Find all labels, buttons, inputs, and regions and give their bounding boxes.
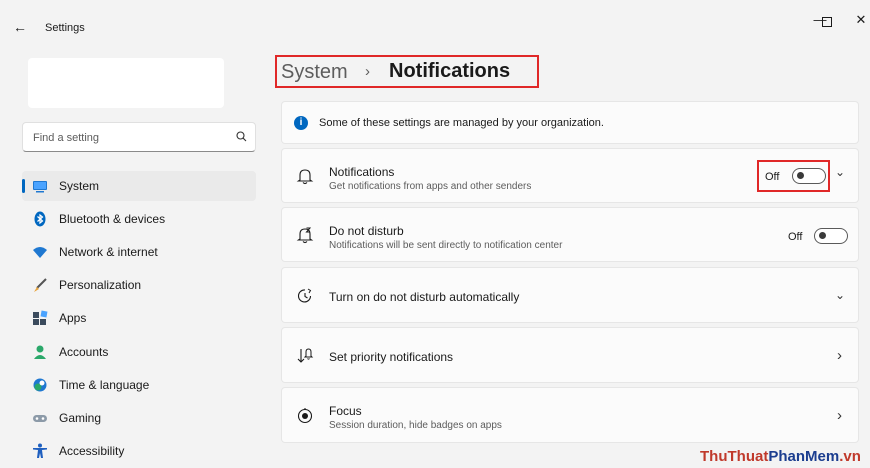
watermark-part: ThuThuat: [700, 448, 769, 465]
accessibility-icon: [33, 443, 47, 458]
search-input[interactable]: Find a setting: [22, 122, 256, 152]
priority-notifications-setting[interactable]: Set priority notifications ›: [281, 327, 859, 383]
priority-icon: [297, 348, 314, 363]
account-profile-card[interactable]: [28, 58, 224, 108]
setting-title: Turn on do not disturb automatically: [329, 290, 520, 304]
toggle-state-label: Off: [788, 231, 803, 243]
sidebar-item-label: Gaming: [59, 411, 102, 425]
search-placeholder: Find a setting: [33, 132, 100, 144]
setting-description: Get notifications from apps and other se…: [329, 181, 532, 192]
info-icon: i: [294, 116, 308, 130]
sidebar-item-system[interactable]: System: [22, 171, 256, 201]
bell-snooze-icon: [296, 227, 314, 244]
chevron-down-icon[interactable]: ⌄: [835, 288, 845, 302]
maximize-button[interactable]: [822, 17, 832, 27]
sidebar-item-time-language[interactable]: Time & language: [22, 370, 256, 400]
accounts-icon: [34, 345, 46, 359]
title-bar: ← Settings — ✕: [0, 0, 870, 44]
setting-title: Notifications: [329, 165, 395, 179]
sidebar-item-bluetooth[interactable]: Bluetooth & devices: [22, 204, 256, 234]
app-title: Settings: [45, 22, 85, 34]
sidebar-item-label: Personalization: [59, 278, 142, 292]
sidebar-item-label: Accounts: [59, 345, 109, 359]
bluetooth-icon: [34, 211, 46, 227]
sidebar-item-accounts[interactable]: Accounts: [22, 337, 256, 367]
sidebar-item-label: System: [59, 179, 100, 193]
chevron-down-icon[interactable]: ⌄: [835, 165, 845, 179]
setting-title: Do not disturb: [329, 224, 404, 238]
brush-icon: [34, 278, 47, 292]
selection-indicator: [22, 179, 25, 193]
do-not-disturb-setting[interactable]: Do not disturb Notifications will be sen…: [281, 207, 859, 262]
org-managed-banner: i Some of these settings are managed by …: [281, 101, 859, 144]
sidebar-item-label: Apps: [59, 311, 87, 325]
setting-title: Focus: [329, 404, 362, 418]
sidebar-item-apps[interactable]: Apps: [22, 303, 256, 333]
do-not-disturb-toggle[interactable]: [814, 228, 848, 244]
gamepad-icon: [33, 415, 47, 422]
focus-setting[interactable]: Focus Session duration, hide badges on a…: [281, 387, 859, 443]
globe-clock-icon: [33, 378, 47, 392]
watermark: ThuThuatPhanMem.vn: [700, 448, 861, 465]
sidebar-item-label: Bluetooth & devices: [59, 212, 166, 226]
setting-description: Notifications will be sent directly to n…: [329, 240, 563, 251]
setting-title: Set priority notifications: [329, 350, 454, 364]
back-button[interactable]: ←: [10, 17, 30, 37]
clock-icon: [297, 288, 312, 303]
sidebar-item-label: Time & language: [59, 378, 150, 392]
chevron-right-icon[interactable]: ›: [837, 347, 842, 364]
banner-text: Some of these settings are managed by yo…: [319, 117, 604, 129]
page-title: Notifications: [389, 60, 511, 82]
bell-icon: [296, 169, 314, 185]
focus-icon: [297, 408, 313, 424]
watermark-part: .vn: [839, 448, 861, 465]
search-icon[interactable]: [235, 130, 249, 144]
dnd-automatic-setting[interactable]: Turn on do not disturb automatically ⌄: [281, 267, 859, 323]
sidebar-item-gaming[interactable]: Gaming: [22, 403, 256, 433]
highlight-box: [757, 160, 830, 192]
settings-window: ← Settings — ✕ Find a setting System Blu…: [0, 0, 870, 468]
breadcrumb-separator: ›: [365, 63, 370, 80]
sidebar-item-label: Network & internet: [59, 245, 158, 259]
chevron-right-icon[interactable]: ›: [837, 407, 842, 424]
sidebar-item-accessibility[interactable]: Accessibility: [22, 436, 256, 466]
sidebar-item-personalization[interactable]: Personalization: [22, 270, 256, 300]
breadcrumb: System › Notifications: [275, 55, 539, 88]
setting-description: Session duration, hide badges on apps: [329, 420, 502, 431]
system-icon: [33, 181, 47, 193]
close-button[interactable]: ✕: [847, 8, 870, 32]
watermark-part: PhanMem: [768, 448, 840, 465]
breadcrumb-parent[interactable]: System: [281, 61, 348, 84]
sidebar-item-network[interactable]: Network & internet: [22, 237, 256, 267]
sidebar-item-label: Accessibility: [59, 444, 125, 458]
apps-icon: [33, 310, 48, 325]
wifi-icon: [33, 247, 47, 258]
toggle-knob: [819, 232, 826, 239]
